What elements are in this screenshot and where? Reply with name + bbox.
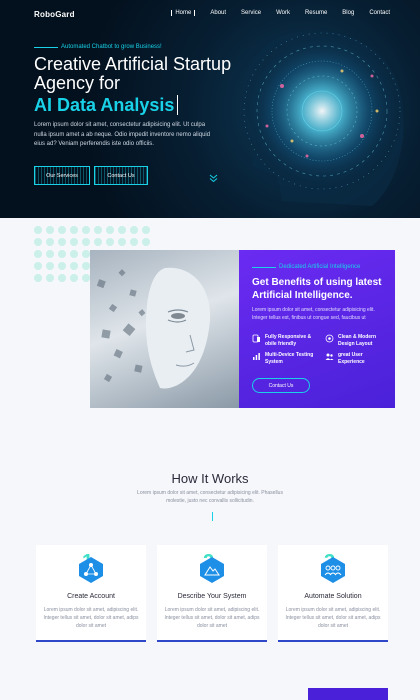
hero-title: Creative Artificial Startup Agency for: [34, 54, 232, 93]
step-card-1[interactable]: 1 Create Account Lorem ipsum dolor sit a…: [36, 545, 146, 642]
how-title: How It Works: [171, 471, 249, 486]
step-title: Create Account: [67, 593, 115, 600]
hero-tagline: Automated Chatbot to grow Business!: [34, 44, 162, 50]
hero-section: RoboGard Home About Service Work Resume …: [0, 0, 420, 218]
step-text: Lorem ipsum dolor sit amet, adipiscing e…: [164, 607, 260, 629]
feature-label: Multi-Device Testing System: [265, 352, 314, 365]
contact-us-button[interactable]: Contact Us: [94, 166, 148, 185]
mountain-icon: [200, 557, 224, 583]
nav-about[interactable]: About: [210, 10, 226, 16]
nav-resume[interactable]: Resume: [305, 10, 327, 16]
ai-text: Lorem ipsum dolor sit amet, consectetur …: [252, 307, 375, 321]
feature-ux: great User Experience: [325, 352, 390, 365]
our-services-button[interactable]: Our Services: [34, 166, 90, 185]
section-divider: [212, 512, 213, 521]
feature-design: Clean & Modern Design Layout: [325, 334, 390, 347]
nav-contact[interactable]: Contact: [369, 10, 390, 16]
ai-tag-text: Dedicated Artificial Intelligence: [279, 264, 361, 270]
nav-work[interactable]: Work: [276, 10, 290, 16]
hero-text: Lorem ipsum dolor sit amet, consectetur …: [34, 122, 211, 147]
footer-accent-block: [308, 688, 388, 700]
ai-tag-line: [252, 266, 276, 268]
ai-brain-illustration: [240, 29, 404, 206]
ai-contact-button[interactable]: Contact Us: [252, 378, 310, 393]
network-icon: [79, 557, 103, 583]
nav-home[interactable]: Home: [171, 10, 196, 16]
layout-icon: [325, 334, 334, 343]
ai-tag: Dedicated Artificial Intelligence: [252, 264, 360, 270]
logo[interactable]: RoboGard: [34, 10, 75, 19]
feature-testing: Multi-Device Testing System: [252, 352, 317, 365]
step-card-3[interactable]: 3 Automate Solution Lorem ipsum dolor si…: [278, 545, 388, 642]
people-icon: [321, 557, 345, 583]
hero-title-highlight: AI Data Analysis: [34, 95, 179, 115]
nav-blog[interactable]: Blog: [342, 10, 354, 16]
feature-label: great User Experience: [338, 352, 365, 365]
step-title: Describe Your System: [177, 593, 247, 600]
step-title: Automate Solution: [304, 593, 362, 600]
step-card-2[interactable]: 2 Describe Your System Lorem ipsum dolor…: [157, 545, 267, 642]
feature-responsive: Fully Responsive & obile friendly: [252, 334, 317, 347]
users-icon: [325, 353, 334, 360]
robot-face-image: [90, 250, 240, 408]
responsive-icon: [252, 334, 260, 343]
tagline-line: [34, 46, 58, 48]
chevrons-down-icon[interactable]: [209, 174, 218, 183]
step-text: Lorem ipsum dolor sit amet, adipiscing e…: [43, 607, 139, 629]
ai-heading: Get Benefits of using latest Artificial …: [252, 277, 382, 301]
tagline-text: Automated Chatbot to grow Business!: [61, 44, 162, 50]
chart-icon: [253, 353, 260, 360]
how-text: Lorem ipsum dolor sit amet, consectetur …: [137, 490, 283, 504]
step-text: Lorem ipsum dolor sit amet, adipiscing e…: [285, 607, 381, 629]
feature-label: Fully Responsive & obile friendly: [265, 334, 312, 347]
nav-service[interactable]: Service: [241, 10, 261, 16]
main-nav: Home About Service Work Resume Blog Cont…: [171, 10, 390, 16]
feature-label: Clean & Modern Design Layout: [338, 334, 377, 347]
